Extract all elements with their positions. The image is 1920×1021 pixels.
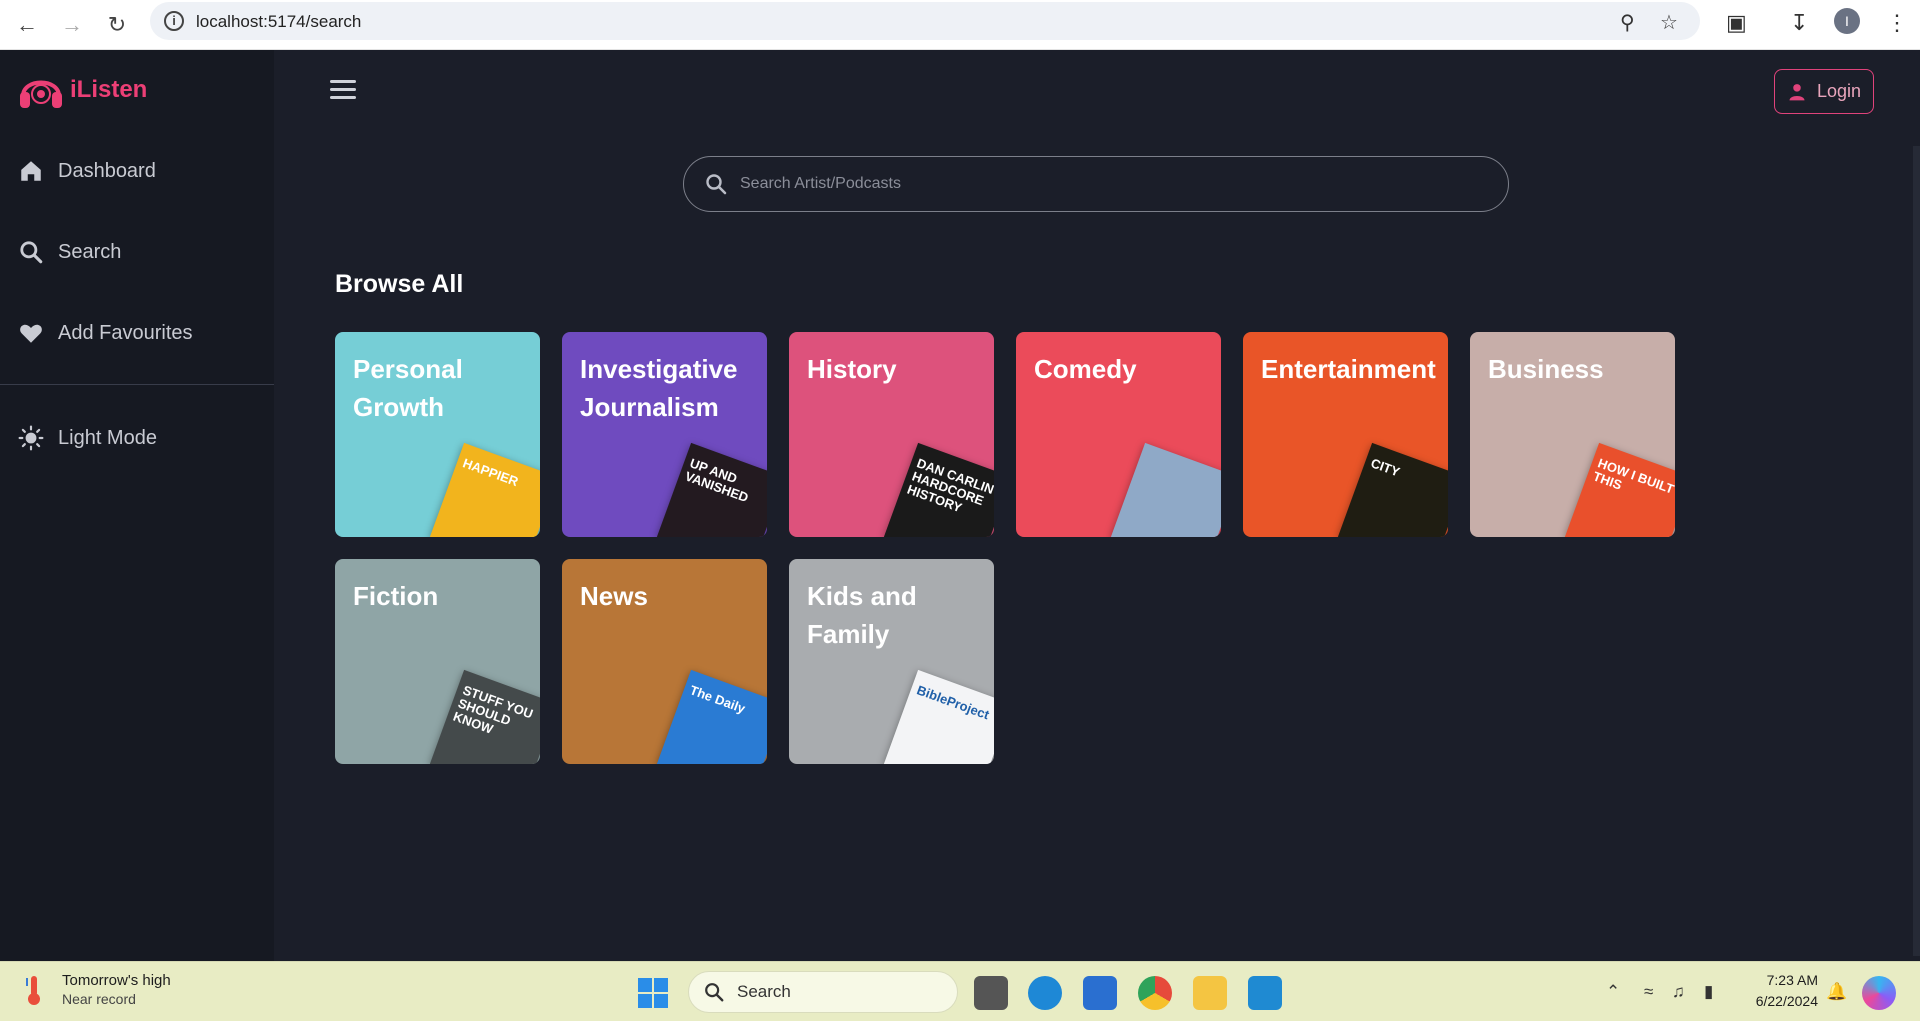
windows-taskbar: Tomorrow's high Near record Search ⌃ ≈ ♫… [0, 961, 1920, 1021]
thermometer-icon [26, 975, 40, 1005]
weather-widget[interactable]: Tomorrow's high Near record [24, 972, 171, 1007]
site-info-icon[interactable]: i [164, 11, 184, 31]
category-label: Comedy [1034, 354, 1137, 384]
clock-date: 6/22/2024 [1755, 993, 1818, 1009]
copilot-icon[interactable] [1862, 976, 1896, 1010]
category-cover-art [1110, 442, 1221, 537]
category-label: Fiction [353, 581, 439, 611]
weather-subtitle: Near record [62, 991, 136, 1007]
category-label: Kids and Family [807, 581, 917, 649]
category-label: News [580, 581, 648, 611]
category-label: Investigative Journalism [580, 354, 738, 422]
clock-time: 7:23 AM [1766, 972, 1818, 988]
cover-art-text: HAPPIER [460, 455, 521, 490]
category-cover-art: DAN CARLIN'S HARDCORE HISTORY [883, 442, 994, 537]
cover-art-text: The Daily [687, 682, 748, 717]
taskbar-search-label: Search [737, 982, 791, 1001]
category-cover-art: HAPPIER [429, 442, 540, 537]
menu-toggle-icon[interactable] [330, 80, 356, 102]
vscode-icon[interactable] [1248, 976, 1282, 1010]
zoom-icon[interactable]: ⚲ [1620, 10, 1635, 35]
sidebar-item-label: Light Mode [58, 426, 157, 449]
scrollbar[interactable] [1913, 146, 1920, 956]
category-cover-art: HOW I BUILT THIS [1564, 442, 1675, 537]
category-card[interactable]: Business HOW I BUILT THIS [1470, 332, 1675, 537]
search-bar[interactable] [683, 156, 1509, 212]
search-input[interactable] [740, 175, 1500, 193]
sidebar-item-search[interactable]: Search [18, 239, 121, 265]
category-card[interactable]: Fiction STUFF YOU SHOULD KNOW [335, 559, 540, 764]
category-label: History [807, 354, 897, 384]
cover-art-text: STUFF YOU SHOULD KNOW [451, 682, 536, 737]
notification-bell-icon[interactable]: 🔔 [1826, 982, 1847, 1002]
volume-icon[interactable]: ♫ [1672, 982, 1685, 1002]
profile-avatar[interactable]: I [1834, 8, 1860, 34]
browser-toolbar: ← → ↻ i localhost:5174/search ⚲ ☆ ▣ ↧ I … [0, 0, 1920, 50]
url-text[interactable]: localhost:5174/search [196, 12, 361, 32]
category-label: Personal Growth [353, 354, 463, 422]
category-card[interactable]: News The Daily [562, 559, 767, 764]
search-icon [20, 241, 43, 264]
taskbar-search[interactable]: Search [688, 971, 958, 1013]
sidebar-item-light-mode[interactable]: Light Mode [18, 425, 157, 451]
cover-art-text: HOW I BUILT THIS [1591, 455, 1675, 497]
login-label: Login [1816, 81, 1862, 101]
battery-icon[interactable]: ▮ [1704, 982, 1713, 1002]
category-cover-art: BibleProject [883, 669, 994, 764]
category-cover-art: STUFF YOU SHOULD KNOW [429, 669, 540, 764]
home-icon [21, 161, 41, 181]
browser-menu-icon[interactable]: ⋮ [1886, 10, 1908, 36]
sidebar-item-label: Add Favourites [58, 321, 193, 344]
file-explorer-icon[interactable] [1193, 976, 1227, 1010]
category-card[interactable]: History DAN CARLIN'S HARDCORE HISTORY [789, 332, 994, 537]
cover-art-text: DAN CARLIN'S HARDCORE HISTORY [905, 455, 994, 516]
task-view-icon[interactable] [974, 976, 1008, 1010]
sidebar-item-label: Search [58, 240, 122, 263]
reload-icon[interactable]: ↻ [100, 8, 134, 42]
sidebar-item-label: Dashboard [58, 159, 156, 182]
category-card[interactable]: Comedy [1016, 332, 1221, 537]
taskbar-clock[interactable]: 7:23 AM 6/22/2024 [1740, 970, 1818, 1012]
category-card[interactable]: Personal Growth HAPPIER [335, 332, 540, 537]
sidebar: iListen Dashboard Search Add Favourites … [0, 50, 274, 961]
cover-art-text: CITY [1368, 455, 1402, 480]
login-button[interactable]: Login [1774, 69, 1874, 114]
user-icon [1789, 83, 1805, 100]
category-card[interactable]: Kids and Family BibleProject [789, 559, 994, 764]
sun-icon [18, 425, 44, 451]
cover-art-text: UP AND VANISHED [683, 455, 751, 506]
sidebar-item-add-favourites[interactable]: Add Favourites [18, 320, 193, 346]
download-icon[interactable]: ↧ [1790, 10, 1808, 36]
category-label: Business [1488, 354, 1604, 384]
category-card[interactable]: Investigative Journalism UP AND VANISHED [562, 332, 767, 537]
weather-title: Tomorrow's high [62, 972, 171, 989]
store-icon[interactable] [1083, 976, 1117, 1010]
extensions-icon[interactable]: ▣ [1726, 10, 1747, 36]
search-icon [706, 174, 727, 195]
main-content: Login Browse All Personal Growth HAPPIER I… [274, 50, 1920, 961]
browse-all-heading: Browse All [335, 270, 464, 298]
sidebar-item-dashboard[interactable]: Dashboard [18, 158, 156, 184]
heart-icon [20, 324, 42, 343]
headphones-logo-icon [20, 80, 62, 108]
address-bar[interactable]: i localhost:5174/search ⚲ ☆ [150, 2, 1700, 40]
windows-start-icon[interactable] [638, 978, 668, 1008]
category-cover-art: The Daily [656, 669, 767, 764]
forward-arrow-icon[interactable]: → [55, 8, 89, 42]
search-icon [705, 983, 724, 1002]
category-cover-art: CITY [1337, 442, 1448, 537]
edge-browser-icon[interactable] [1028, 976, 1062, 1010]
back-arrow-icon[interactable]: ← [10, 8, 44, 42]
bookmark-star-icon[interactable]: ☆ [1660, 10, 1678, 35]
app-logo[interactable]: iListen [18, 68, 147, 112]
category-label: Entertainment [1261, 354, 1436, 384]
category-cover-art: UP AND VANISHED [656, 442, 767, 537]
wifi-icon[interactable]: ≈ [1644, 982, 1653, 1002]
tray-chevron-up-icon[interactable]: ⌃ [1606, 982, 1620, 1002]
cover-art-text: BibleProject [914, 682, 992, 723]
category-card[interactable]: Entertainment CITY [1243, 332, 1448, 537]
chrome-browser-icon[interactable] [1138, 976, 1172, 1010]
sidebar-divider [0, 384, 274, 385]
app-name: iListen [70, 76, 148, 103]
